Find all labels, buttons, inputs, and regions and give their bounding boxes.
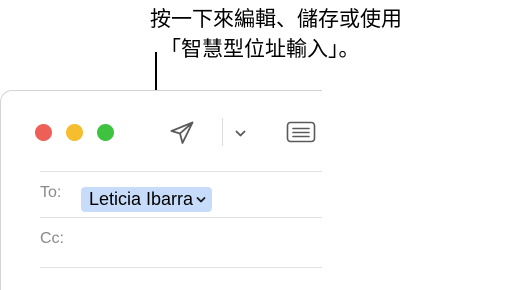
callout-line-2: 「智慧型位址輸入」。 [160,37,360,61]
window-toolbar [1,91,322,171]
zoom-window-button[interactable] [97,124,114,141]
toolbar-divider [222,118,223,146]
callout-line-1: 按一下來編輯、儲存或使用 [150,7,402,31]
chevron-down-icon[interactable] [196,196,206,204]
next-field-row[interactable] [40,267,322,290]
paper-plane-icon[interactable] [169,120,195,146]
recipient-name: Leticia Ibarra [89,189,194,209]
cc-field-row[interactable]: Cc: [40,217,322,263]
recipient-token[interactable]: Leticia Ibarra [81,187,213,212]
cc-field-label: Cc: [40,230,64,247]
to-field-label: To: [40,184,62,201]
callout-text: 按一下來編輯、儲存或使用 「智慧型位址輸入」。 [150,4,516,64]
minimize-window-button[interactable] [66,124,83,141]
format-text-icon[interactable] [286,121,316,143]
chevron-down-icon[interactable] [234,127,247,140]
close-window-button[interactable] [35,124,52,141]
